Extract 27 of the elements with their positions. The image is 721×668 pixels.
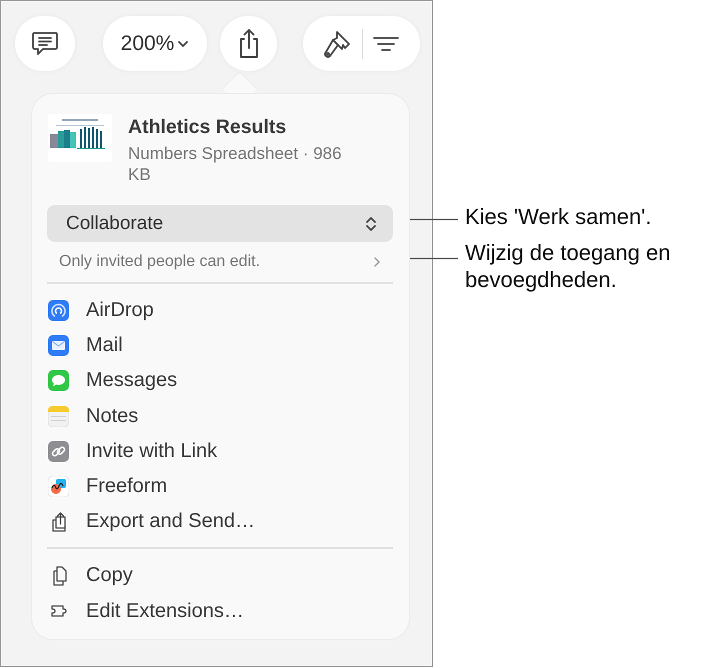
chat-bubble-icon — [48, 370, 69, 392]
callout-text: Wijzig de toegang en bevoegdheden. — [465, 239, 672, 293]
freeform-icon — [48, 476, 69, 498]
share-menu-item[interactable]: Messages — [47, 363, 393, 399]
up-down-chevron-icon — [365, 214, 377, 232]
share-menu-item[interactable]: Copy — [47, 558, 393, 594]
mail-icon — [48, 335, 69, 356]
airdrop-icon — [48, 300, 69, 322]
comment-icon — [30, 30, 60, 58]
share-menu-item[interactable]: Export and Send… — [47, 504, 393, 540]
access-settings-row[interactable]: Only invited people can edit. — [47, 250, 393, 274]
zoom-button[interactable]: 200% — [103, 16, 207, 71]
share-menu-item[interactable]: AirDrop — [47, 293, 393, 328]
share-menu-item[interactable]: Invite with Link — [47, 434, 393, 469]
notepad-icon — [48, 406, 69, 427]
share-menu-item[interactable]: Freeform — [47, 468, 393, 504]
callout-text: Kies 'Werk samen'. — [465, 203, 652, 230]
chevron-down-icon — [177, 40, 190, 48]
chevron-right-icon — [373, 256, 381, 268]
link-icon — [48, 440, 69, 462]
share-menu-item[interactable]: Edit Extensions… — [47, 594, 393, 629]
share-menu-item[interactable]: Mail — [47, 328, 393, 364]
document-info: Numbers Spreadsheet · 986 KB — [128, 143, 343, 185]
collaborate-dropdown[interactable]: Collaborate — [47, 205, 393, 242]
share-menu-item[interactable]: Notes — [47, 398, 393, 434]
file-thumbnail — [48, 114, 112, 162]
document-title: Athletics Results — [128, 116, 288, 139]
